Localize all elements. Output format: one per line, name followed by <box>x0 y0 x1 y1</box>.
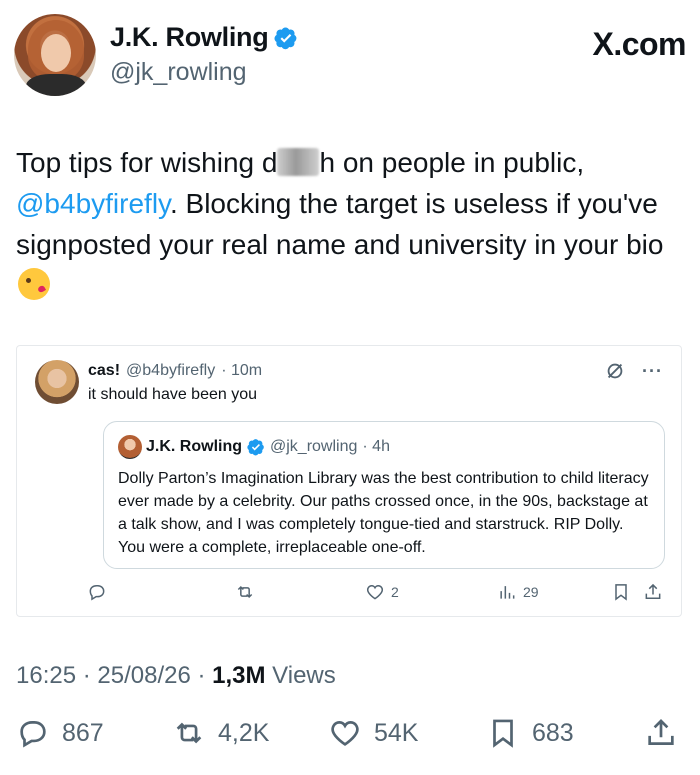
quoted-like-button[interactable]: 2 <box>365 582 399 602</box>
bookmark-count: 683 <box>532 718 574 747</box>
inner-quoted-text: Dolly Parton’s Imagination Library was t… <box>118 470 649 556</box>
reply-icon <box>89 585 105 601</box>
tweet-header: J.K. Rowling @jk_rowling X.com <box>14 14 686 98</box>
verified-badge-icon <box>274 27 297 49</box>
tweet-date[interactable]: 25/08/26 <box>97 662 190 689</box>
bookmark-icon <box>615 584 627 601</box>
reply-count: 867 <box>62 718 104 747</box>
author-display-name[interactable]: J.K. Rowling <box>110 22 269 53</box>
avatar[interactable] <box>14 14 96 96</box>
author-name-row: J.K. Rowling <box>110 22 298 53</box>
inner-quoted-time: · 4h <box>362 438 390 455</box>
quoted-action-bar: 2 29 <box>87 582 667 606</box>
quoted-tweet-card[interactable]: cas! @b4byfirefly · 10m it should have b… <box>16 345 682 617</box>
redacted-blur <box>277 148 320 176</box>
kissing-face-emoji-icon <box>18 268 50 300</box>
tweet-text-part-2: h on people in public, <box>319 147 585 178</box>
inner-quoted-author-row: J.K. Rowling @jk_rowling · 4h <box>146 438 390 456</box>
bookmark-icon <box>493 719 513 748</box>
quoted-handle[interactable]: @b4byfirefly <box>126 362 215 380</box>
like-count: 54K <box>374 718 419 747</box>
quoted-views-button[interactable]: 29 <box>497 582 539 602</box>
share-button[interactable] <box>644 716 678 750</box>
verified-badge-icon <box>247 439 264 456</box>
reply-icon <box>20 721 46 748</box>
quoted-text: it should have been you <box>88 386 258 403</box>
views-chart-icon <box>500 586 515 599</box>
repost-icon <box>176 722 202 744</box>
inner-quoted-avatar[interactable] <box>118 435 142 459</box>
views-label: Views <box>272 662 336 689</box>
site-brand: X.com <box>592 26 686 62</box>
tweet-time[interactable]: 16:25 <box>16 662 76 689</box>
like-button[interactable]: 54K <box>328 716 418 750</box>
quoted-avatar[interactable] <box>35 360 79 404</box>
inner-quoted-tweet[interactable]: J.K. Rowling @jk_rowling · 4h Dolly Part… <box>103 421 665 569</box>
inner-quoted-display-name[interactable]: J.K. Rowling <box>146 438 242 456</box>
quoted-bookmark-button[interactable] <box>611 582 631 602</box>
quoted-display-name[interactable]: cas! <box>88 362 120 380</box>
quoted-time: · 10m <box>221 362 263 379</box>
views-count: 1,3M <box>212 662 266 689</box>
mention-link[interactable]: @b4byfirefly <box>16 188 170 219</box>
quoted-like-count: 2 <box>391 584 399 600</box>
reply-button[interactable]: 867 <box>16 716 104 750</box>
quoted-views-count: 29 <box>523 584 539 600</box>
tweet-action-bar: 867 4,2K 54K 683 <box>16 716 680 758</box>
heart-icon <box>366 584 384 600</box>
repost-icon <box>237 585 253 599</box>
inner-quoted-handle[interactable]: @jk_rowling <box>270 438 357 456</box>
heart-icon <box>331 721 359 746</box>
share-icon <box>648 719 674 745</box>
repost-count: 4,2K <box>218 718 270 747</box>
tweet-text: Top tips for wishing d h on people in pub… <box>16 142 686 306</box>
repost-button[interactable]: 4,2K <box>172 716 269 750</box>
tweet-text-part-1: Top tips for wishing d <box>16 147 278 178</box>
more-options-icon[interactable]: ··· <box>642 361 663 382</box>
quoted-top-icons: ··· <box>604 360 663 382</box>
quoted-reply-button[interactable] <box>87 582 107 602</box>
share-icon <box>645 583 661 599</box>
x-logo: X.com <box>592 26 686 63</box>
quoted-repost-button[interactable] <box>235 582 255 602</box>
grok-icon[interactable] <box>604 360 626 382</box>
bookmark-button[interactable]: 683 <box>486 716 574 750</box>
author-handle[interactable]: @jk_rowling <box>110 58 247 87</box>
quoted-share-button[interactable] <box>643 582 663 602</box>
quoted-author-row: cas! @b4byfirefly · 10m <box>88 362 262 380</box>
tweet-timestamp: 16:25 · 25/08/26 · 1,3M Views <box>16 662 336 689</box>
